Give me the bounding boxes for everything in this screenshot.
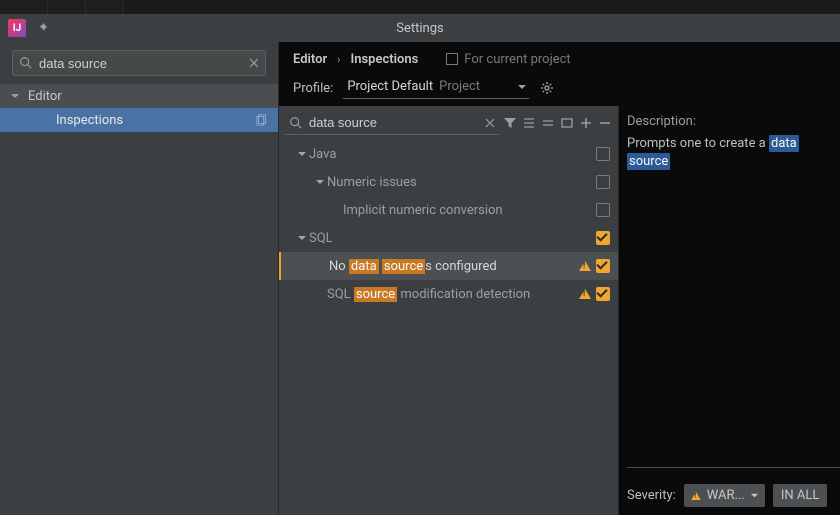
parent-tab (86, 0, 124, 14)
crumb-inspections[interactable]: Inspections (350, 52, 418, 67)
chevron-down-icon (750, 491, 759, 500)
settings-search-input[interactable] (33, 56, 249, 71)
profile-row: Profile: Project Default Project (279, 70, 840, 106)
sidebar-item-label: Inspections (56, 113, 123, 128)
severity-row: Severity: WAR... IN ALL (627, 468, 840, 507)
crumb-editor[interactable]: Editor (293, 52, 327, 67)
tree-node-sql[interactable]: SQL (279, 224, 618, 252)
content-panel: Editor › Inspections For current project… (279, 42, 840, 515)
search-icon (289, 116, 303, 130)
inspection-search-field[interactable] (285, 111, 499, 135)
chevron-down-icon (313, 177, 327, 187)
filter-icon[interactable] (503, 113, 518, 133)
tree-node-no-data-source[interactable]: No data sources configured (279, 252, 618, 280)
main-split: Editor Inspections Editor › Inspections (0, 42, 840, 515)
inspection-search-input[interactable] (303, 115, 485, 130)
reset-icon[interactable] (559, 113, 574, 133)
center-column: Editor › Inspections For current project… (279, 42, 840, 515)
chevron-down-icon (517, 82, 527, 92)
checkbox-on[interactable] (596, 287, 610, 301)
inspection-tree[interactable]: Java Numeric issues Implicit numeric c (279, 140, 618, 515)
search-icon (19, 56, 33, 70)
collapse-all-icon[interactable] (541, 113, 556, 133)
profile-dropdown[interactable]: Project Default Project (343, 77, 529, 99)
checkbox-off[interactable] (596, 203, 610, 217)
tree-node-java[interactable]: Java (279, 140, 618, 168)
severity-value: WAR... (707, 488, 745, 503)
warning-icon (579, 261, 591, 271)
inspections-split: Java Numeric issues Implicit numeric c (279, 106, 840, 515)
tree-label: Implicit numeric conversion (343, 203, 596, 218)
tree-label: Numeric issues (327, 175, 596, 190)
clear-icon[interactable] (485, 118, 495, 128)
tree-toolbar (279, 106, 618, 140)
inspection-tree-panel: Java Numeric issues Implicit numeric c (279, 106, 619, 515)
intellij-icon: IJ (8, 19, 26, 37)
settings-search-field[interactable] (12, 50, 266, 76)
tree-label: No data sources configured (329, 259, 579, 274)
severity-label: Severity: (627, 488, 676, 503)
sidebar-item-inspections[interactable]: Inspections (0, 108, 278, 132)
project-box-icon (446, 53, 458, 65)
settings-sidebar: Editor Inspections (0, 42, 279, 515)
clear-icon[interactable] (249, 58, 259, 68)
expand-all-icon[interactable] (522, 113, 537, 133)
settings-dialog: IJ Settings (0, 0, 840, 515)
checkbox-off[interactable] (596, 147, 610, 161)
for-project-indicator: For current project (446, 52, 570, 67)
checkbox-on[interactable] (596, 259, 610, 273)
profile-value: Project Default (347, 79, 433, 94)
warning-icon (579, 289, 591, 299)
parent-tab (48, 0, 86, 14)
sidebar-group: Editor Inspections (0, 84, 278, 132)
dialog-title: Settings (396, 21, 443, 36)
breadcrumb: Editor › Inspections For current project (279, 42, 840, 70)
chevron-down-icon (295, 149, 309, 159)
parent-window-tabs (0, 0, 840, 14)
add-icon[interactable] (578, 113, 593, 133)
sidebar-group-editor[interactable]: Editor (0, 84, 278, 108)
sidebar-group-label: Editor (28, 89, 62, 104)
parent-tab (0, 0, 48, 14)
severity-dropdown[interactable]: WAR... (684, 484, 765, 507)
chevron-down-icon (10, 91, 20, 101)
pin-icon[interactable] (36, 22, 48, 34)
description-text: Prompts one to create a data source (627, 135, 840, 468)
tree-node-numeric-issues[interactable]: Numeric issues (279, 168, 618, 196)
warning-icon (691, 492, 701, 500)
chevron-right-icon: › (337, 53, 340, 66)
tree-label: SQL (309, 231, 596, 246)
description-label: Description: (627, 114, 840, 129)
tree-label: SQL source modification detection (327, 287, 579, 302)
copy-icon (256, 114, 268, 126)
tree-node-sql-source-mod[interactable]: SQL source modification detection (279, 280, 618, 308)
profile-label: Profile: (293, 81, 333, 96)
description-panel: Description: Prompts one to create a dat… (619, 106, 840, 515)
remove-icon[interactable] (597, 113, 612, 133)
tree-label: Java (309, 147, 596, 162)
checkbox-off[interactable] (596, 175, 610, 189)
scope-dropdown[interactable]: IN ALL (773, 484, 828, 507)
title-bar: IJ Settings (0, 14, 840, 42)
profile-suffix: Project (439, 79, 480, 94)
tree-node-implicit-numeric[interactable]: Implicit numeric conversion (279, 196, 618, 224)
gear-icon[interactable] (539, 80, 555, 96)
chevron-down-icon (295, 233, 309, 243)
checkbox-on[interactable] (596, 231, 610, 245)
for-project-label: For current project (464, 52, 570, 67)
